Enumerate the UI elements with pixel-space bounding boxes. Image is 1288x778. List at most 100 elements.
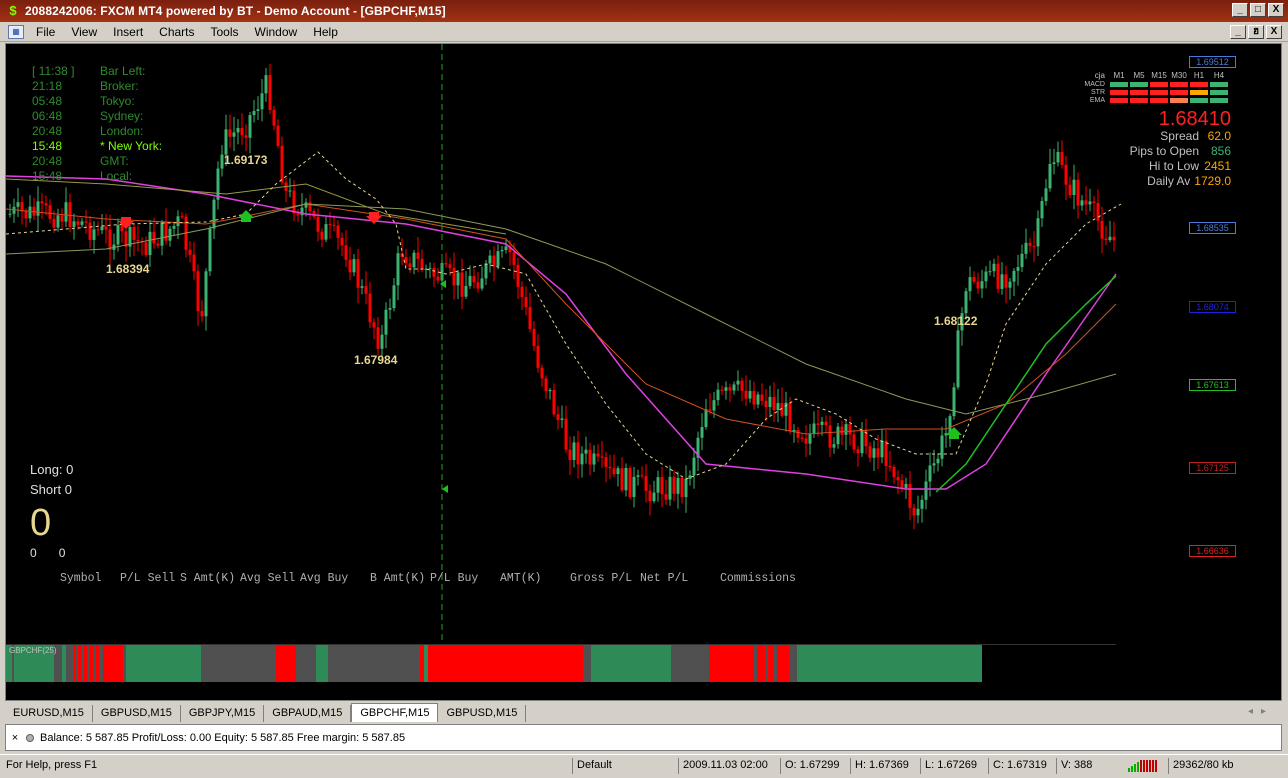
signal-bar — [1140, 760, 1142, 772]
terminal-panel: × Balance: 5 587.85 Profit/Loss: 0.00 Eq… — [5, 724, 1282, 751]
ribbon-segment — [789, 645, 797, 682]
candle-body — [1020, 253, 1024, 268]
positions-summary: Long: 0 Short 0 — [30, 460, 73, 500]
candle-body — [652, 492, 656, 502]
candle-body — [996, 263, 1000, 289]
candle-body — [872, 448, 876, 458]
candle-body — [744, 390, 748, 399]
candle-body — [44, 203, 48, 206]
positions-column-header: Avg Buy — [300, 572, 349, 585]
clock-label: GMT: — [100, 154, 129, 168]
ribbon-segment — [201, 645, 211, 682]
candle-body — [260, 93, 264, 110]
ind-cell — [1150, 89, 1168, 95]
candle-body — [688, 475, 692, 479]
candle-body — [796, 430, 800, 438]
minimize-button[interactable]: _ — [1232, 3, 1248, 17]
candle-body — [888, 466, 892, 468]
clock-label: Tokyo: — [100, 94, 135, 108]
ind-cell — [1130, 81, 1148, 87]
ind-row-label: MACD — [1084, 80, 1105, 88]
candle-body — [316, 216, 320, 232]
ribbon-segment — [211, 645, 276, 682]
menu-help[interactable]: Help — [305, 25, 346, 39]
swing-low-label-3: 1.68122 — [934, 314, 978, 328]
chart-tab[interactable]: GBPCHF,M15 — [351, 703, 439, 722]
candle-body — [692, 457, 696, 476]
candle-body — [836, 426, 840, 445]
candle-body — [572, 442, 576, 461]
candle-body — [476, 282, 480, 289]
candle-body — [728, 387, 732, 391]
menu-window[interactable]: Window — [247, 25, 306, 39]
mt4-window: $ 2088242006: FXCM MT4 powered by BT - D… — [0, 0, 1288, 778]
candle-body — [772, 396, 776, 411]
sell-arrow-icon — [118, 217, 134, 229]
candle-body — [212, 199, 216, 229]
tab-scroll-arrows[interactable]: ◂▸ — [1248, 706, 1274, 717]
candle-body — [304, 202, 308, 208]
candle-body — [188, 249, 192, 255]
positions-column-header: Avg Sell — [240, 572, 296, 585]
candle-body — [1096, 203, 1100, 221]
ind-cell — [1110, 97, 1128, 103]
close-button[interactable]: X — [1268, 3, 1284, 17]
chart-tab[interactable]: EURUSD,M15 — [5, 705, 93, 722]
ind-row-label: STR — [1091, 88, 1105, 96]
ind-cell — [1190, 97, 1208, 103]
status-open: O: 1.67299 — [780, 758, 843, 774]
maximize-button[interactable]: □ — [1250, 3, 1266, 17]
candle-body — [552, 389, 556, 415]
candle-body — [560, 418, 564, 420]
candle-body — [748, 391, 752, 399]
candle-body — [924, 481, 928, 500]
long-value: 0 — [66, 462, 74, 477]
status-volume: V: 388 — [1056, 758, 1096, 774]
candle-body — [208, 228, 212, 272]
menu-view[interactable]: View — [63, 25, 105, 39]
candle-body — [820, 421, 824, 425]
candle-body — [524, 297, 528, 308]
candle-body — [588, 449, 592, 465]
candlestick-plot[interactable] — [6, 44, 1281, 700]
candle-body — [616, 468, 620, 475]
short-label: Short — [30, 482, 62, 497]
menu-charts[interactable]: Charts — [151, 25, 202, 39]
candle-body — [452, 267, 456, 286]
candle-body — [752, 391, 756, 405]
candle-body — [592, 453, 596, 465]
status-profile[interactable]: Default — [572, 758, 616, 774]
candle-body — [660, 477, 664, 495]
chart-document-icon[interactable]: ▦ — [8, 24, 24, 39]
candle-body — [372, 322, 376, 328]
clock-label: Local: — [100, 169, 133, 183]
clock-label: Sydney: — [100, 109, 144, 123]
chart-tab[interactable]: GBPUSD,M15 — [438, 705, 527, 722]
candle-body — [596, 453, 600, 457]
terminal-close-icon[interactable]: × — [8, 732, 22, 744]
candle-body — [632, 476, 636, 497]
chart-tab[interactable]: GBPUSD,M15 — [93, 705, 181, 722]
candle-body — [76, 221, 80, 225]
chart-tab[interactable]: GBPJPY,M15 — [181, 705, 265, 722]
candle-body — [240, 128, 244, 136]
candle-body — [1056, 151, 1060, 163]
candle-body — [96, 229, 100, 231]
menu-file[interactable]: File — [28, 25, 63, 39]
menu-tools[interactable]: Tools — [203, 25, 247, 39]
candle-body — [636, 475, 640, 477]
candle-body — [328, 224, 332, 226]
candle-body — [1048, 164, 1052, 189]
ind-cell — [1170, 81, 1188, 87]
chart-tab[interactable]: GBPAUD,M15 — [264, 705, 352, 722]
candle-body — [332, 224, 336, 226]
candle-body — [800, 437, 804, 439]
candle-body — [912, 507, 916, 516]
current-price: 1.68410 — [1158, 108, 1231, 130]
menu-insert[interactable]: Insert — [105, 25, 151, 39]
mdi-close-button[interactable]: X — [1266, 25, 1282, 39]
price-chart[interactable]: [ 11:38 ] Bar Left: 21:18 Broker: 05:48 Tokyo… — [5, 43, 1282, 701]
candle-body — [1060, 151, 1064, 165]
mdi-restore-button[interactable]: ฮ — [1248, 25, 1264, 39]
mdi-minimize-button[interactable]: _ — [1230, 25, 1246, 39]
